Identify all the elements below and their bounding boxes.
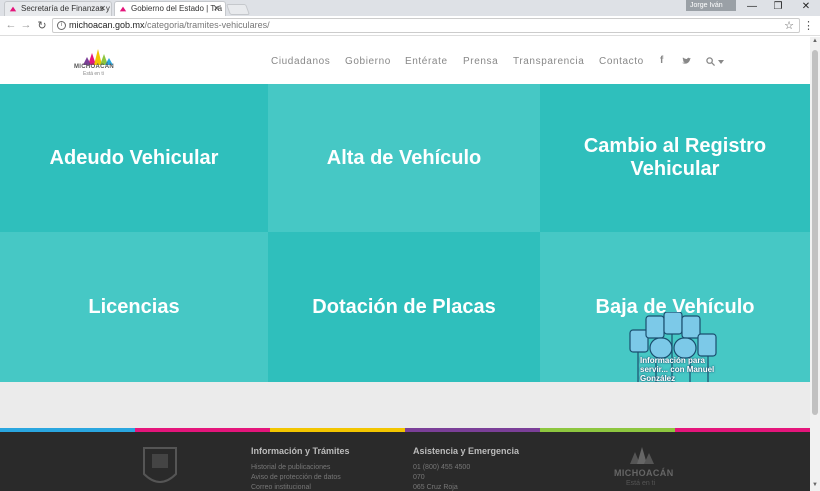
site-favicon-icon bbox=[119, 6, 127, 12]
site-footer: Información y Trámites Historial de publ… bbox=[0, 432, 810, 491]
nav-ciudadanos[interactable]: Ciudadanos bbox=[271, 56, 330, 67]
tile-label: Alta de Vehículo bbox=[326, 146, 482, 169]
footer-link[interactable]: Aviso de protección de datos bbox=[251, 474, 341, 481]
url-host: michoacan.gob.mx bbox=[69, 20, 145, 30]
footer-phone[interactable]: 065 Cruz Roja bbox=[413, 484, 458, 491]
tab-title: Gobierno del Estado | Trá bbox=[131, 4, 223, 13]
bookmark-star-icon[interactable]: ☆ bbox=[784, 19, 794, 32]
scrollbar-thumb[interactable] bbox=[812, 50, 818, 415]
back-arrow-icon[interactable]: ← bbox=[4, 19, 18, 31]
url-path: /categoria/tramites-vehiculares/ bbox=[144, 20, 270, 30]
footer-logo-text: MICHOACÁN bbox=[614, 468, 674, 478]
footer-logo-subtitle: Está en ti bbox=[626, 480, 656, 487]
logo-subtitle: Está en ti bbox=[83, 71, 104, 77]
info-icon[interactable]: i bbox=[57, 21, 66, 30]
nav-gobierno[interactable]: Gobierno bbox=[345, 56, 391, 67]
profile-button[interactable]: Jorge Iván bbox=[686, 0, 736, 11]
tile-label: Adeudo Vehicular bbox=[49, 146, 219, 169]
nav-enterate[interactable]: Entérate bbox=[405, 56, 448, 67]
forward-arrow-icon[interactable]: → bbox=[19, 19, 33, 31]
footer-link[interactable]: Historial de publicaciones bbox=[251, 464, 330, 471]
minimize-button[interactable]: — bbox=[740, 0, 764, 14]
close-window-button[interactable]: ✕ bbox=[794, 0, 818, 14]
tile-label: Dotación de Placas bbox=[312, 295, 496, 318]
browser-menu-icon[interactable]: ⋮ bbox=[803, 19, 814, 32]
tab-close-icon[interactable]: ✕ bbox=[99, 2, 106, 15]
twitter-icon[interactable] bbox=[682, 57, 691, 65]
browser-toolbar: ← → ↻ i michoacan.gob.mx/categoria/trami… bbox=[0, 16, 820, 36]
address-bar[interactable]: i michoacan.gob.mx/categoria/tramites-ve… bbox=[52, 18, 800, 33]
scroll-down-arrow-icon[interactable]: ▼ bbox=[810, 482, 820, 488]
nav-transparencia[interactable]: Transparencia bbox=[513, 56, 584, 67]
browser-tab-bar: Secretaría de Finanzas y ✕ Gobierno del … bbox=[0, 0, 820, 16]
restore-button[interactable]: ❐ bbox=[766, 0, 790, 14]
facebook-icon[interactable]: f bbox=[660, 55, 663, 66]
tab-close-icon[interactable]: ✕ bbox=[213, 2, 220, 15]
tile-dotacion-placas[interactable]: Dotación de Placas bbox=[268, 232, 540, 382]
content-spacer bbox=[0, 382, 810, 428]
footer-phone[interactable]: 01 (800) 455 4500 bbox=[413, 464, 470, 471]
overlay-caption[interactable]: Información para servir... con Manuel Go… bbox=[640, 356, 718, 383]
reload-icon[interactable]: ↻ bbox=[35, 19, 49, 32]
state-crest-icon bbox=[143, 447, 177, 483]
tile-label: Licencias bbox=[88, 295, 180, 318]
footer-heading-asistencia: Asistencia y Emergencia bbox=[413, 446, 520, 456]
search-icon[interactable] bbox=[706, 57, 715, 66]
tile-label: Cambio al Registro Vehicular bbox=[583, 135, 767, 180]
scroll-up-arrow-icon[interactable]: ▲ bbox=[810, 38, 820, 44]
browser-tab-finanzas[interactable]: Secretaría de Finanzas y ✕ bbox=[4, 1, 112, 16]
footer-heading-info: Información y Trámites bbox=[251, 446, 350, 456]
tile-adeudo-vehicular[interactable]: Adeudo Vehicular bbox=[0, 84, 268, 232]
browser-tab-gobierno[interactable]: Gobierno del Estado | Trá ✕ bbox=[114, 1, 226, 16]
tile-alta-vehiculo[interactable]: Alta de Vehículo bbox=[268, 84, 540, 232]
tab-title: Secretaría de Finanzas y bbox=[21, 4, 110, 13]
site-favicon-icon bbox=[9, 6, 17, 12]
footer-link[interactable]: Correo institucional bbox=[251, 484, 311, 491]
chevron-down-icon[interactable] bbox=[718, 60, 724, 64]
tile-cambio-registro[interactable]: Cambio al Registro Vehicular bbox=[540, 84, 810, 232]
new-tab-button[interactable] bbox=[225, 4, 251, 15]
tile-licencias[interactable]: Licencias bbox=[0, 232, 268, 382]
site-header: MICHOACÁN Está en ti Ciudadanos Gobierno… bbox=[0, 37, 810, 83]
nav-prensa[interactable]: Prensa bbox=[463, 56, 498, 67]
logo-text: MICHOACÁN bbox=[74, 64, 115, 70]
nav-contacto[interactable]: Contacto bbox=[599, 56, 644, 67]
footer-phone[interactable]: 070 bbox=[413, 474, 425, 481]
